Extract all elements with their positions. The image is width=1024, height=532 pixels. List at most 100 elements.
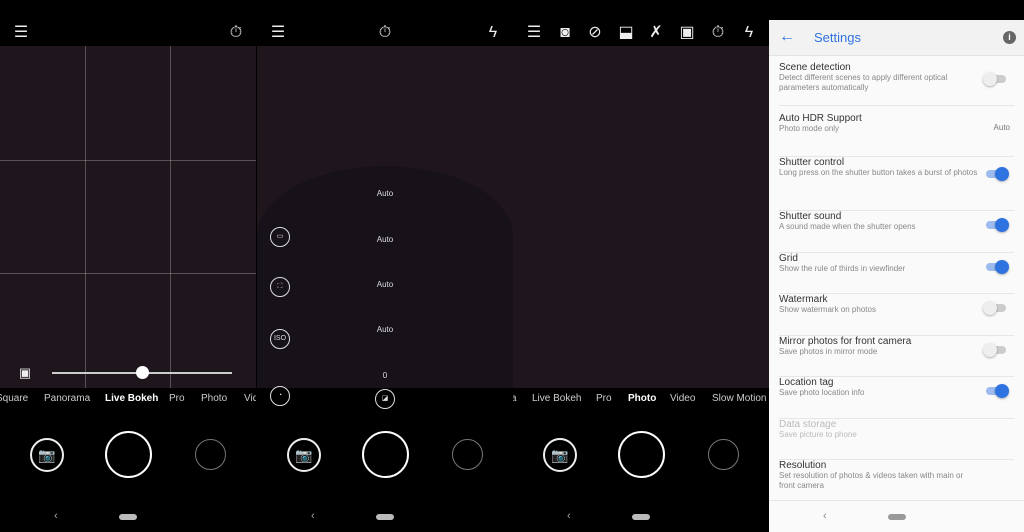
settings-item-title: Resolution xyxy=(779,460,827,471)
nav-back-button[interactable]: ‹ xyxy=(567,510,571,523)
settings-item-title: Location tag xyxy=(779,377,834,388)
mode-square[interactable]: Square xyxy=(0,393,28,404)
settings-item-subtitle: Set resolution of photos & videos taken … xyxy=(779,471,964,490)
settings-item[interactable]: Watermark Show watermark on photos xyxy=(779,294,1014,336)
settings-item[interactable]: Shutter control Long press on the shutte… xyxy=(779,157,1014,211)
toggle-switch[interactable] xyxy=(986,218,1009,232)
white-balance-icon[interactable]: ▭ xyxy=(270,227,290,247)
toggle-knob xyxy=(995,218,1009,232)
settings-header: ← Settings i xyxy=(769,20,1024,56)
mode-pro[interactable]: Pro xyxy=(596,393,612,404)
nav-home-button[interactable] xyxy=(632,514,650,520)
nav-back-button[interactable]: ‹ xyxy=(54,510,58,523)
nav-back-button[interactable]: ‹ xyxy=(311,510,315,523)
settings-item[interactable]: Scene detection Detect different scenes … xyxy=(779,62,1014,106)
settings-item[interactable]: Shutter sound A sound made when the shut… xyxy=(779,211,1014,253)
menu-icon[interactable]: ☰ xyxy=(11,25,31,41)
grid-line xyxy=(0,273,256,274)
settings-item[interactable]: Resolution Set resolution of photos & vi… xyxy=(779,460,1014,500)
nav-home-button[interactable] xyxy=(888,514,906,520)
settings-item[interactable]: Location tag Save photo location info xyxy=(779,377,1014,419)
mode-video[interactable]: Vid xyxy=(244,393,256,404)
gallery-thumbnail[interactable] xyxy=(195,439,226,470)
iso-icon[interactable]: ISO xyxy=(270,329,290,349)
nav-home-button[interactable] xyxy=(376,514,394,520)
toggle-switch[interactable] xyxy=(986,384,1009,398)
camera-photo-panel: ☰ ◙ ⊘ ⬓ ✗ ▣ ⏱ ϟ a Live Bokeh Pro Photo V… xyxy=(513,0,769,532)
camera-pro-panel: ☰ ⏱ ϟ Auto Auto Auto Auto 0 ▭ ⛶ ISO ◔ ◪ … xyxy=(257,0,513,532)
settings-item-subtitle: A sound made when the shutter opens xyxy=(779,222,916,231)
nav-back-button[interactable]: ‹ xyxy=(823,510,827,523)
settings-item[interactable]: Data storage Save picture to phone xyxy=(779,419,1014,460)
timer-off-icon[interactable]: ⏱ xyxy=(226,25,246,41)
shutter-button[interactable] xyxy=(362,431,409,478)
shutter-speed-icon[interactable]: ◔ xyxy=(270,386,290,406)
grid-line xyxy=(0,160,256,161)
bokeh-slider[interactable] xyxy=(52,366,232,379)
mode-live-bokeh[interactable]: Live Bokeh xyxy=(532,393,581,404)
mode-slow-motion[interactable]: Slow Motion xyxy=(712,393,766,404)
toggle-knob xyxy=(995,384,1009,398)
mode-panorama[interactable]: Panorama xyxy=(44,393,90,404)
exposure-value: 0 xyxy=(382,371,388,380)
mode-selector: a Live Bokeh Pro Photo Video Slow Motion xyxy=(513,393,769,409)
switch-camera-button[interactable]: 📷 xyxy=(287,438,321,472)
shutter-button[interactable] xyxy=(618,431,665,478)
pro-value: Auto xyxy=(376,189,394,198)
viewfinder[interactable] xyxy=(513,46,769,388)
iso-value: Auto xyxy=(376,325,394,334)
gallery-thumbnail[interactable] xyxy=(708,439,739,470)
scene-off-icon[interactable]: ⊘ xyxy=(585,25,605,41)
toggle-knob xyxy=(983,301,997,315)
back-arrow-icon[interactable]: ← xyxy=(779,28,795,46)
slider-thumb[interactable] xyxy=(135,366,149,379)
viewfinder[interactable]: ▣ xyxy=(0,46,256,388)
settings-item-subtitle: Save photos in mirror mode xyxy=(779,347,878,356)
viewfinder[interactable] xyxy=(257,46,513,388)
grid-line xyxy=(170,46,171,388)
settings-item-subtitle: Long press on the shutter button takes a… xyxy=(779,168,978,177)
switch-camera-button[interactable]: 📷 xyxy=(543,438,577,472)
toggle-knob xyxy=(983,343,997,357)
menu-icon[interactable]: ☰ xyxy=(524,25,544,41)
nav-home-button[interactable] xyxy=(119,514,137,520)
beauty-icon[interactable]: ⬓ xyxy=(616,25,636,41)
flash-auto-icon[interactable]: ϟ xyxy=(483,25,503,41)
toggle-switch[interactable] xyxy=(986,167,1009,181)
toggle-switch[interactable] xyxy=(983,72,1006,86)
mode-photo[interactable]: Photo xyxy=(201,393,227,404)
mode-video[interactable]: Video xyxy=(670,393,695,404)
settings-item-subtitle: Photo mode only xyxy=(779,124,840,133)
menu-icon[interactable]: ☰ xyxy=(268,25,288,41)
bokeh-icon: ▣ xyxy=(18,365,32,380)
mode-photo[interactable]: Photo xyxy=(628,393,656,404)
settings-item[interactable]: Grid Show the rule of thirds in viewfind… xyxy=(779,253,1014,294)
filter-off-icon[interactable]: ✗ xyxy=(646,25,666,41)
toggle-switch[interactable] xyxy=(983,343,1006,357)
camera-bokeh-panel: ☰ ⏱ ▣ Square Panorama Live Bokeh Pro Pho… xyxy=(0,0,256,532)
info-icon[interactable]: i xyxy=(1003,31,1016,44)
settings-item[interactable]: Auto HDR Support Photo mode only Auto xyxy=(779,113,1014,157)
switch-camera-button[interactable]: 📷 xyxy=(30,438,64,472)
focus-icon[interactable]: ⛶ xyxy=(270,277,290,297)
lens-icon[interactable]: ◙ xyxy=(555,25,575,41)
toggle-knob xyxy=(995,260,1009,274)
portrait-icon[interactable]: ▣ xyxy=(677,25,697,41)
mode-live-bokeh[interactable]: Live Bokeh xyxy=(105,393,158,404)
settings-item-title: Data storage xyxy=(779,419,837,430)
flash-auto-icon[interactable]: ϟ xyxy=(739,25,759,41)
settings-item[interactable]: Mirror photos for front camera Save phot… xyxy=(779,336,1014,377)
settings-item-value[interactable]: Auto xyxy=(994,123,1010,132)
mode-partial[interactable]: a xyxy=(513,393,517,404)
gallery-thumbnail[interactable] xyxy=(452,439,483,470)
toggle-switch[interactable] xyxy=(983,301,1006,315)
toggle-switch[interactable] xyxy=(986,260,1009,274)
divider xyxy=(769,500,1024,501)
shutter-button[interactable] xyxy=(105,431,152,478)
timer-off-icon[interactable]: ⏱ xyxy=(708,25,728,41)
settings-item-title: Grid xyxy=(779,253,798,264)
exposure-icon[interactable]: ◪ xyxy=(375,389,395,409)
timer-off-icon[interactable]: ⏱ xyxy=(375,25,395,41)
settings-panel: ← Settings i Scene detection Detect diff… xyxy=(769,0,1024,532)
mode-pro[interactable]: Pro xyxy=(169,393,185,404)
